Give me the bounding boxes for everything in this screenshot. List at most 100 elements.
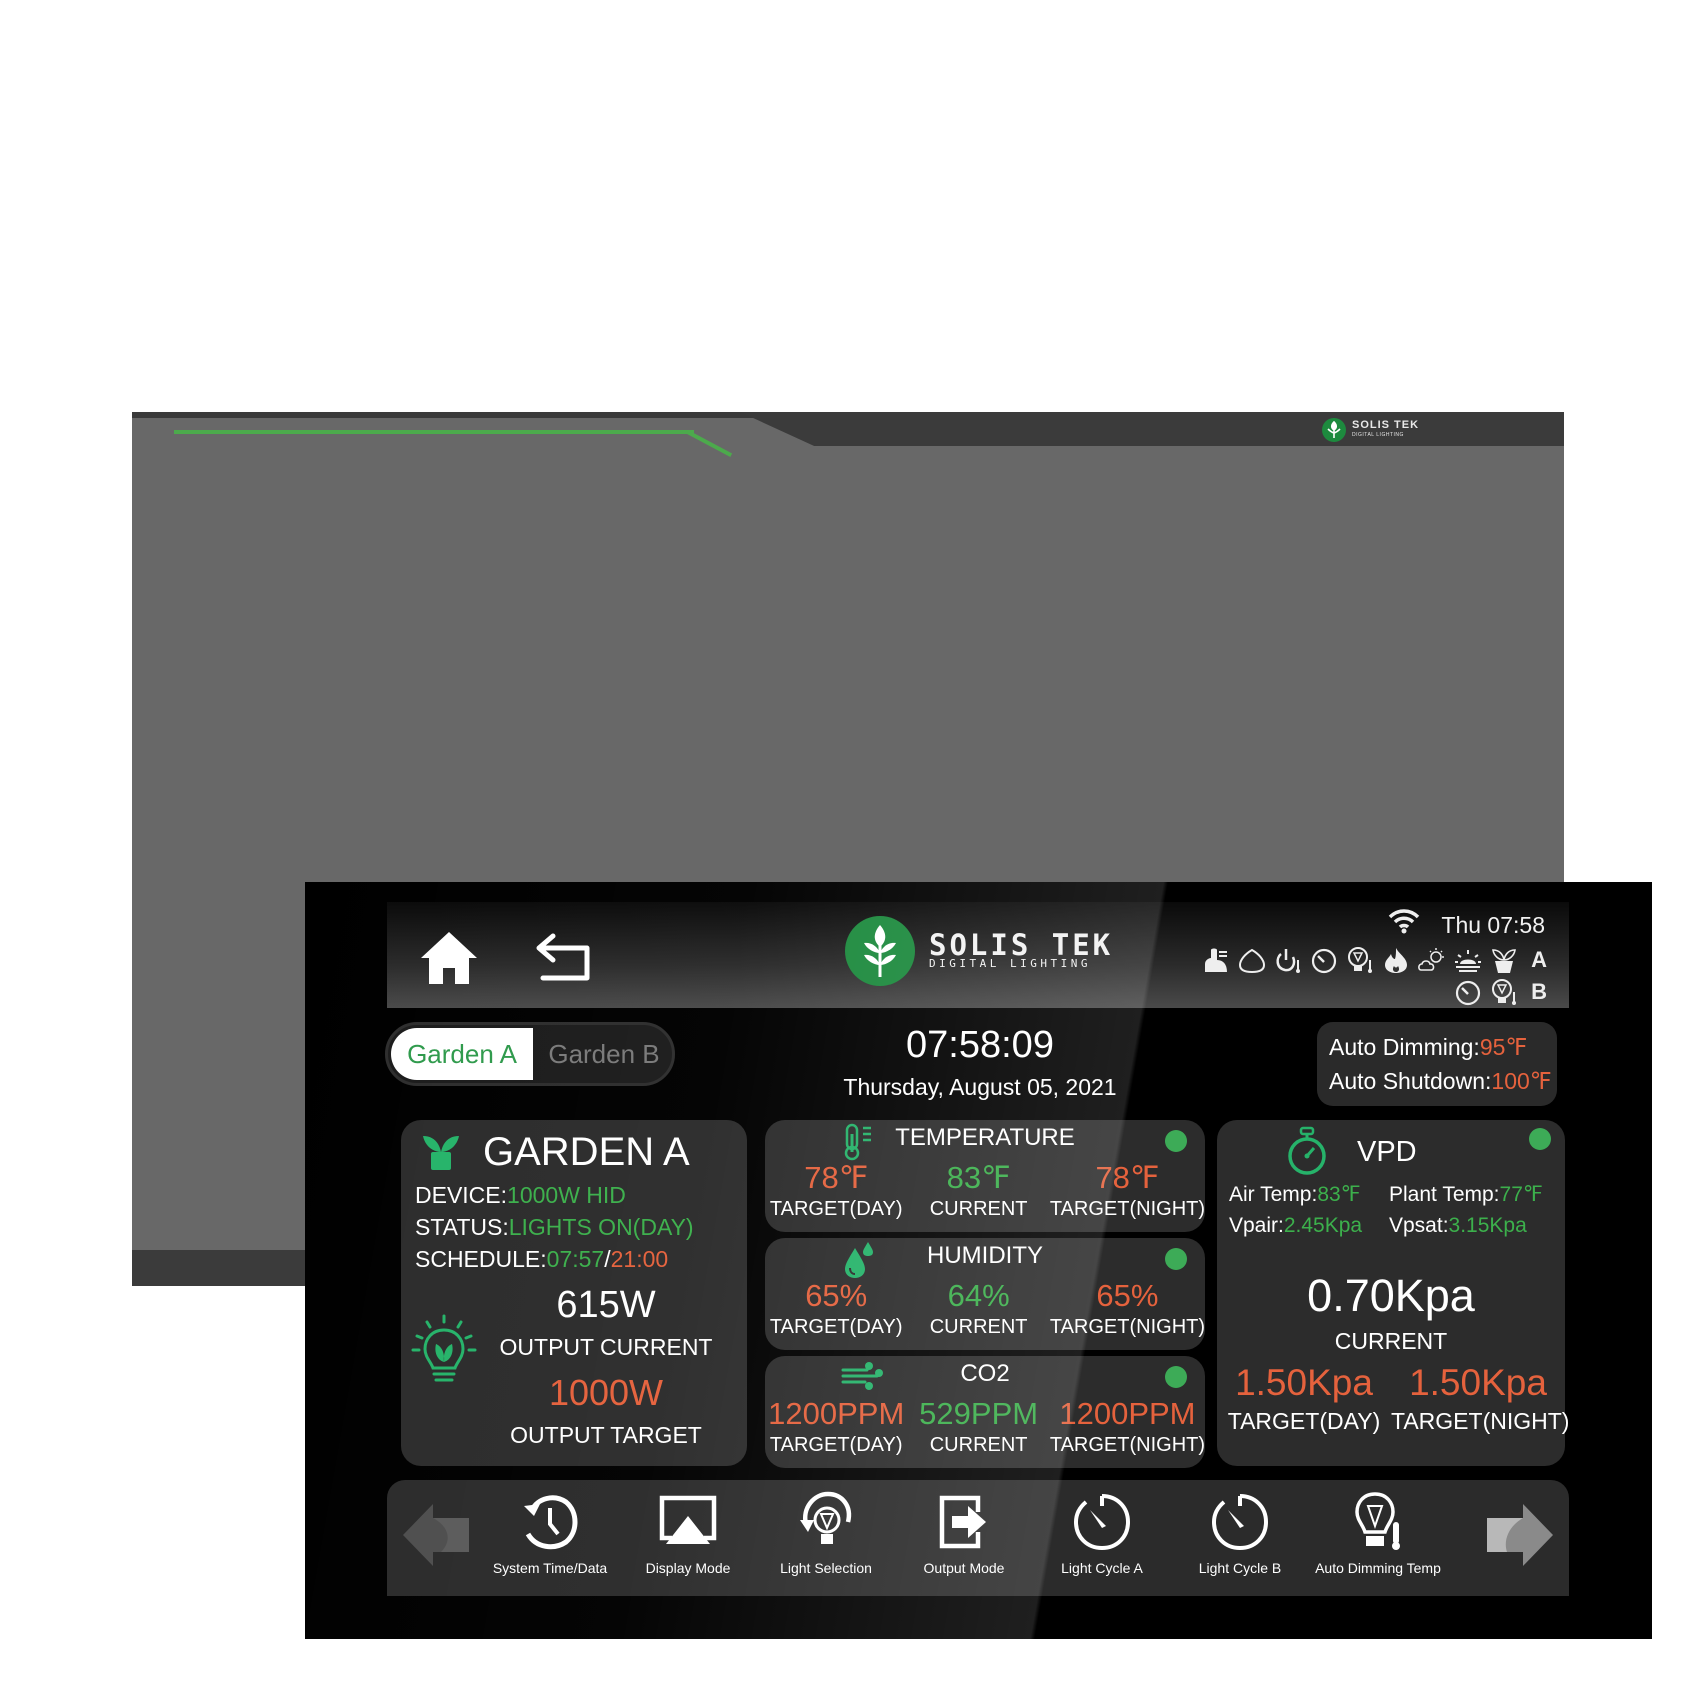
home-button[interactable]	[417, 928, 481, 988]
brand-name: SOLIS TEK	[929, 928, 1114, 962]
output-current-value: 615W	[556, 1284, 656, 1326]
settings-toolbar: System Time/Data Display Mode Light Sele…	[387, 1480, 1569, 1596]
header-bar: SOLIS TEK DIGITAL LIGHTING Thu 07:58 A B	[387, 902, 1569, 1008]
status-row: STATUS:LIGHTS ON(DAY)	[415, 1214, 694, 1240]
ventilation-icon	[1205, 948, 1228, 972]
toolbar-system-time[interactable]: System Time/Data	[485, 1488, 615, 1592]
target-day-value: 78℉	[804, 1160, 869, 1195]
air-temp: Air Temp:83℉	[1229, 1183, 1361, 1206]
toolbar-next-button[interactable]	[1485, 1500, 1555, 1570]
garden-a-tab[interactable]: Garden A	[391, 1028, 533, 1080]
toolbar-output-mode[interactable]: Output Mode	[899, 1488, 1029, 1592]
timer-icon	[1211, 1494, 1269, 1551]
light-temp-icon	[1348, 947, 1373, 973]
arrow-right-icon	[1487, 1504, 1553, 1566]
cloud-sun-icon	[1418, 948, 1445, 971]
eco-bulb-icon	[411, 1314, 477, 1382]
sprout-icon	[423, 1136, 459, 1170]
bezel-accent-line-top-diag	[686, 430, 733, 458]
target-day-value: 65%	[805, 1278, 868, 1313]
device-value: 1000W HID	[507, 1182, 626, 1208]
toolbar-prev-button[interactable]	[401, 1500, 471, 1570]
target-night-value: 65%	[1096, 1278, 1159, 1313]
toolbar-light-cycle-a[interactable]: Light Cycle A	[1037, 1488, 1167, 1592]
schedule-off: 21:00	[610, 1246, 669, 1272]
bezel-accent-line-top	[174, 430, 694, 434]
garden-b-tab[interactable]: Garden B	[536, 1028, 672, 1080]
sensor-title: CO2	[960, 1360, 1010, 1387]
toolbar-light-selection[interactable]: Light Selection	[761, 1488, 891, 1592]
wifi-icon	[1387, 908, 1421, 939]
target-night-label: TARGET(NIGHT)	[1049, 1316, 1206, 1338]
garden-card[interactable]: GARDEN A DEVICE:1000W HID STATUS:LIGHTS …	[401, 1120, 747, 1466]
co2-card[interactable]: CO2 1200PPM TARGET(DAY) 529PPM CURRENT 120…	[765, 1356, 1205, 1468]
status-value: LIGHTS ON(DAY)	[508, 1214, 694, 1240]
garden-title: GARDEN A	[483, 1130, 690, 1174]
output-target-label: OUTPUT TARGET	[510, 1422, 702, 1448]
auto-shutdown: Auto Shutdown:100℉	[1329, 1068, 1552, 1094]
toolbar-light-cycle-b[interactable]: Light Cycle B	[1175, 1488, 1305, 1592]
back-button[interactable]	[533, 932, 593, 982]
sunrise-icon	[1455, 950, 1482, 972]
timer-icon	[1456, 980, 1481, 1006]
schedule-row: SCHEDULE:07:57/21:00	[415, 1246, 669, 1272]
bezel-notch-top	[740, 412, 1564, 446]
device-row: DEVICE:1000W HID	[415, 1182, 626, 1208]
stopwatch-icon	[1288, 1126, 1326, 1175]
controller-device: SOLIS TEK DIGITAL LIGHTING SOLIS TEK DIGI…	[132, 412, 1652, 1639]
clock-time: 07:58:09	[906, 1024, 1054, 1066]
vpair: Vpair:2.45Kpa	[1229, 1214, 1363, 1237]
row-b-label: B	[1531, 979, 1547, 1004]
garden-toggle: Garden A Garden B	[385, 1022, 675, 1086]
row-a-label: A	[1531, 947, 1547, 972]
toolbar-auto-dimming-temp[interactable]: Auto Dimming Temp	[1313, 1488, 1443, 1592]
light-temp-icon	[1492, 979, 1517, 1005]
auto-settings-panel[interactable]: Auto Dimming:95℉ Auto Shutdown:100℉	[1317, 1022, 1557, 1106]
temperature-card[interactable]: TEMPERATURE 78℉ TARGET(DAY) 83℉ CURRENT 78…	[765, 1120, 1205, 1232]
target-night-value: 1200PPM	[1059, 1396, 1196, 1431]
timer-icon	[1073, 1494, 1131, 1551]
vpsat: Vpsat:3.15Kpa	[1389, 1214, 1527, 1237]
status-row-garden-b: B	[1453, 978, 1547, 1006]
leaf-logo-icon	[1322, 418, 1346, 442]
bezel-logo: SOLIS TEK DIGITAL LIGHTING	[1322, 418, 1419, 442]
humidity-drop-icon	[1239, 948, 1266, 974]
vpd-target-day: 1.50Kpa TARGET(DAY)	[1227, 1362, 1381, 1434]
home-icon	[421, 932, 477, 984]
fire-icon	[1385, 948, 1408, 973]
vpd-current-value: 0.70Kpa	[1307, 1270, 1475, 1321]
sensor-title: TEMPERATURE	[895, 1124, 1075, 1151]
humidity-card[interactable]: HUMIDITY 65% TARGET(DAY) 64% CURRENT 65% TA…	[765, 1238, 1205, 1350]
leaf-logo-icon	[845, 916, 915, 986]
current-label: CURRENT	[929, 1434, 1028, 1456]
target-day-value: 1200PPM	[768, 1396, 905, 1431]
history-clock-icon	[524, 1495, 578, 1550]
status-indicator	[1529, 1128, 1551, 1150]
airplay-icon	[659, 1495, 717, 1544]
status-indicator	[1165, 1366, 1187, 1388]
toolbar-display-mode[interactable]: Display Mode	[623, 1488, 753, 1592]
plant-temp: Plant Temp:77℉	[1389, 1183, 1543, 1206]
clock-date: Thursday, August 05, 2021	[843, 1074, 1117, 1100]
plant-pot-icon	[1492, 949, 1517, 973]
target-day-label: TARGET(DAY)	[769, 1434, 903, 1456]
status-indicator	[1165, 1130, 1187, 1152]
brand-logo: SOLIS TEK DIGITAL LIGHTING	[845, 916, 1113, 986]
touch-screen: SOLIS TEK DIGITAL LIGHTING Thu 07:58 A B…	[305, 882, 1652, 1639]
vpd-target-night: 1.50Kpa TARGET(NIGHT)	[1391, 1362, 1570, 1434]
schedule-on: 07:57	[546, 1246, 605, 1272]
bulb-rotate-icon	[800, 1491, 852, 1544]
auto-dimming: Auto Dimming:95℉	[1329, 1034, 1528, 1060]
target-night-label: TARGET(NIGHT)	[1049, 1198, 1206, 1220]
auto-shutdown-value: 100℉	[1491, 1068, 1552, 1094]
bulb-thermometer-icon	[1355, 1492, 1400, 1550]
power-temp-icon	[1276, 949, 1301, 973]
output-current-label: OUTPUT CURRENT	[499, 1334, 713, 1360]
brand-tagline: DIGITAL LIGHTING	[929, 957, 1091, 970]
vpd-card[interactable]: VPD Air Temp:83℉ Plant Temp:77℉ Vpair:2.…	[1217, 1120, 1570, 1466]
sensor-title: HUMIDITY	[927, 1242, 1043, 1269]
vpd-current-label: CURRENT	[1334, 1328, 1448, 1354]
current-value: 64%	[947, 1278, 1010, 1313]
bezel-brand-text: SOLIS TEK DIGITAL LIGHTING	[1352, 419, 1420, 439]
current-value: 83℉	[946, 1160, 1011, 1195]
